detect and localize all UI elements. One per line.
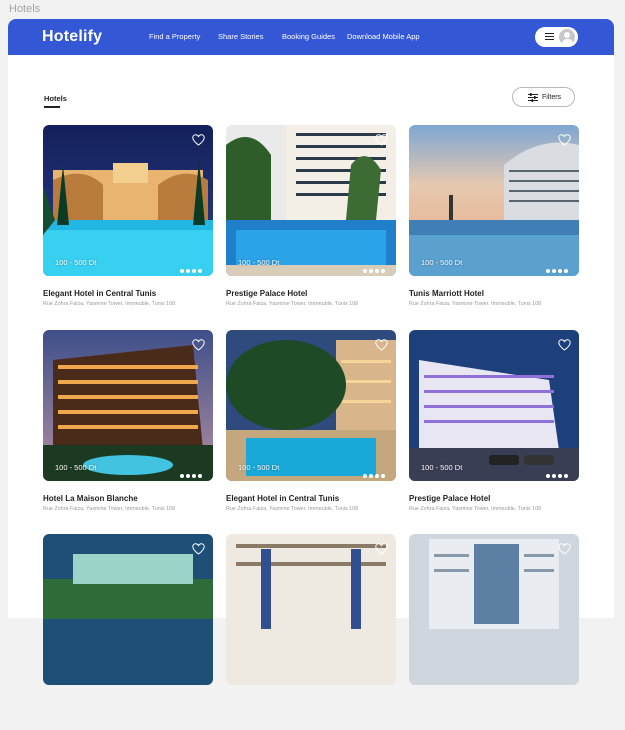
- price-range: 100 - 500 Dt: [55, 258, 97, 267]
- nav-link-find-property[interactable]: Find a Property: [149, 32, 200, 41]
- image-pager-dots[interactable]: [544, 260, 569, 273]
- image-pager-dots[interactable]: [178, 260, 203, 273]
- hotel-photo: [43, 330, 213, 481]
- hotel-name[interactable]: Prestige Palace Hotel: [226, 289, 307, 298]
- image-pager-dots[interactable]: [361, 260, 386, 273]
- hotel-name[interactable]: Elegant Hotel in Central Tunis: [226, 494, 339, 503]
- favorite-heart-icon[interactable]: [192, 134, 205, 146]
- price-range: 100 - 500 Dt: [421, 258, 463, 267]
- filters-label: Filters: [542, 93, 562, 101]
- favorite-heart-icon[interactable]: [375, 134, 388, 146]
- hotel-photo: [226, 330, 396, 481]
- page-label: Hotels: [9, 3, 41, 15]
- image-pager-dots[interactable]: [178, 465, 203, 478]
- hotel-card[interactable]: 100 - 500 Dt Prestige Palace Hotel Rue Z…: [409, 330, 579, 526]
- hotel-address: Rue Zohra Faiza, Yasmine Tower, Immeuble…: [409, 506, 542, 512]
- hotel-photo: [409, 125, 579, 276]
- filters-button[interactable]: Filters: [512, 87, 575, 107]
- hotel-name[interactable]: Hotel La Maison Blanche: [43, 494, 138, 503]
- nav-link-booking-guides[interactable]: Booking Guides: [282, 32, 335, 41]
- profile-menu-button[interactable]: [535, 27, 578, 47]
- hotel-address: Rue Zohra Faiza, Yasmine Tower, Immeuble…: [43, 506, 176, 512]
- top-navbar: Hotelify Find a Property Share Stories B…: [8, 19, 614, 55]
- brand-logo[interactable]: Hotelify: [42, 28, 102, 46]
- hotel-card[interactable]: 100 - 500 Dt Elegant Hotel in Central Tu…: [43, 125, 213, 321]
- hotel-name[interactable]: Tunis Marriott Hotel: [409, 289, 484, 298]
- price-range: 100 - 500 Dt: [421, 463, 463, 472]
- image-pager-dots[interactable]: [544, 465, 569, 478]
- user-avatar-icon: [559, 29, 575, 45]
- tab-hotels[interactable]: Hotels: [44, 94, 67, 103]
- hotel-address: Rue Zohra Faiza, Yasmine Tower, Immeuble…: [226, 506, 359, 512]
- hotel-card[interactable]: 100 - 500 Dt Tunis Marriott Hotel Rue Zo…: [409, 125, 579, 321]
- tab-underline: [44, 106, 60, 108]
- nav-link-download-app[interactable]: Download Mobile App: [347, 32, 420, 41]
- favorite-heart-icon[interactable]: [375, 339, 388, 351]
- hotel-card[interactable]: 100 - 500 Dt Elegant Hotel in Central Tu…: [226, 330, 396, 526]
- price-range: 100 - 500 Dt: [238, 463, 280, 472]
- main-content: Hotels Filters 100 - 500 Dt Elegant Hote…: [8, 55, 614, 685]
- hotel-photo: [226, 125, 396, 276]
- sliders-icon: [528, 93, 538, 102]
- favorite-heart-icon[interactable]: [558, 134, 571, 146]
- favorite-heart-icon[interactable]: [375, 543, 388, 555]
- favorite-heart-icon[interactable]: [558, 339, 571, 351]
- hotel-card[interactable]: [43, 534, 213, 730]
- price-range: 100 - 500 Dt: [238, 258, 280, 267]
- favorite-heart-icon[interactable]: [192, 543, 205, 555]
- hotel-photo: [409, 534, 579, 685]
- nav-link-share-stories[interactable]: Share Stories: [218, 32, 263, 41]
- price-range: 100 - 500 Dt: [55, 463, 97, 472]
- hotel-address: Rue Zohra Faiza, Yasmine Tower, Immeuble…: [409, 301, 542, 307]
- hotel-photo: [43, 125, 213, 276]
- favorite-heart-icon[interactable]: [192, 339, 205, 351]
- hotel-card[interactable]: [226, 534, 396, 730]
- hotel-card[interactable]: 100 - 500 Dt Hotel La Maison Blanche Rue…: [43, 330, 213, 526]
- hotel-name[interactable]: Prestige Palace Hotel: [409, 494, 490, 503]
- hotel-photo: [43, 534, 213, 685]
- hotel-name[interactable]: Elegant Hotel in Central Tunis: [43, 289, 156, 298]
- hamburger-icon: [545, 33, 554, 41]
- image-pager-dots[interactable]: [361, 465, 386, 478]
- hotel-address: Rue Zohra Faiza, Yasmine Tower, Immeuble…: [43, 301, 176, 307]
- hotel-photo: [226, 534, 396, 685]
- hotel-address: Rue Zohra Faiza, Yasmine Tower, Immeuble…: [226, 301, 359, 307]
- hotel-card[interactable]: 100 - 500 Dt Prestige Palace Hotel Rue Z…: [226, 125, 396, 321]
- hotel-photo: [409, 330, 579, 481]
- favorite-heart-icon[interactable]: [558, 543, 571, 555]
- hotel-card[interactable]: [409, 534, 579, 730]
